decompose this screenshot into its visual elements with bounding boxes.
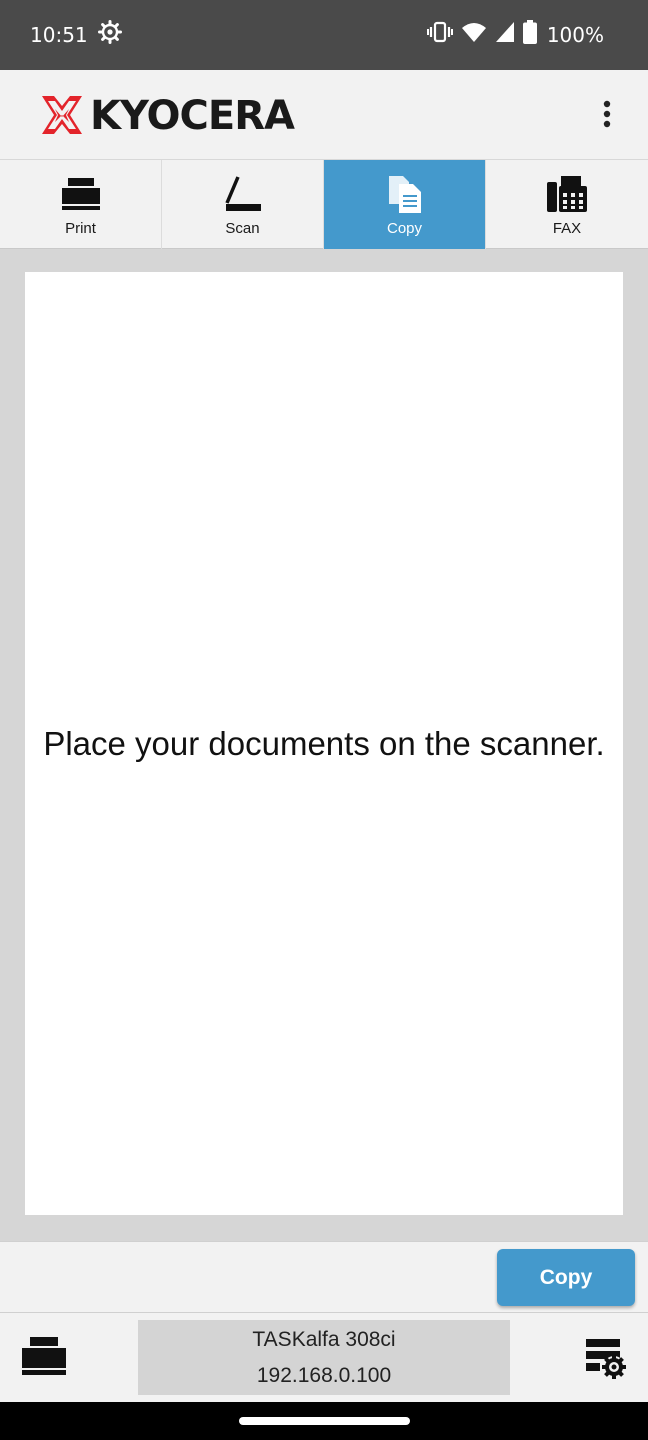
action-bar: Copy [0,1241,648,1313]
tab-fax-label: FAX [552,220,582,237]
printer-select-button[interactable] [22,1337,68,1379]
tab-copy-label: Copy [386,220,423,237]
status-left: 10:51 [30,20,122,50]
battery-percent: 100% [546,23,604,47]
tab-print[interactable]: Print [0,160,162,249]
preview-message: Place your documents on the scanner. [43,724,605,762]
copy-button[interactable]: Copy [497,1249,635,1306]
list-settings-icon [584,1339,626,1383]
status-bar: 10:51 100% [0,0,648,70]
tab-fax[interactable]: FAX [486,160,648,249]
settings-icon [97,20,122,50]
status-right: 100% [426,20,604,50]
more-vertical-icon [603,100,611,133]
overflow-menu-button[interactable] [590,96,624,136]
brand-name: KYOCERA [90,93,295,139]
printer-icon [59,174,103,214]
scanner-icon [221,174,265,214]
device-name: TASKalfa 308ci [252,1327,396,1351]
copy-icon [383,174,427,214]
tab-print-label: Print [65,220,96,237]
app-header: KYOCERA [0,70,648,160]
system-nav-bar [0,1402,648,1440]
device-bar: TASKalfa 308ci 192.168.0.100 [0,1313,648,1402]
printer-icon [22,1337,66,1381]
signal-icon [495,21,515,49]
tab-scan[interactable]: Scan [162,160,324,249]
status-time: 10:51 [30,23,88,47]
device-ip: 192.168.0.100 [256,1363,392,1387]
vibrate-icon [426,21,453,49]
selected-device-info[interactable]: TASKalfa 308ci 192.168.0.100 [138,1320,510,1395]
function-tabs: Print Scan Copy FAX [0,160,648,249]
fax-icon [545,174,589,214]
scan-preview-area: Place your documents on the scanner. [25,272,623,1215]
home-gesture-handle[interactable] [239,1417,410,1425]
battery-icon [522,20,537,50]
tab-scan-label: Scan [225,220,260,237]
tab-copy[interactable]: Copy [324,160,486,249]
kyocera-logo-icon [42,92,82,138]
device-settings-button[interactable] [584,1337,626,1379]
wifi-icon [461,21,487,49]
app-root: 10:51 100% KYOCERA Print Scan Copy FAX P… [0,0,648,1440]
